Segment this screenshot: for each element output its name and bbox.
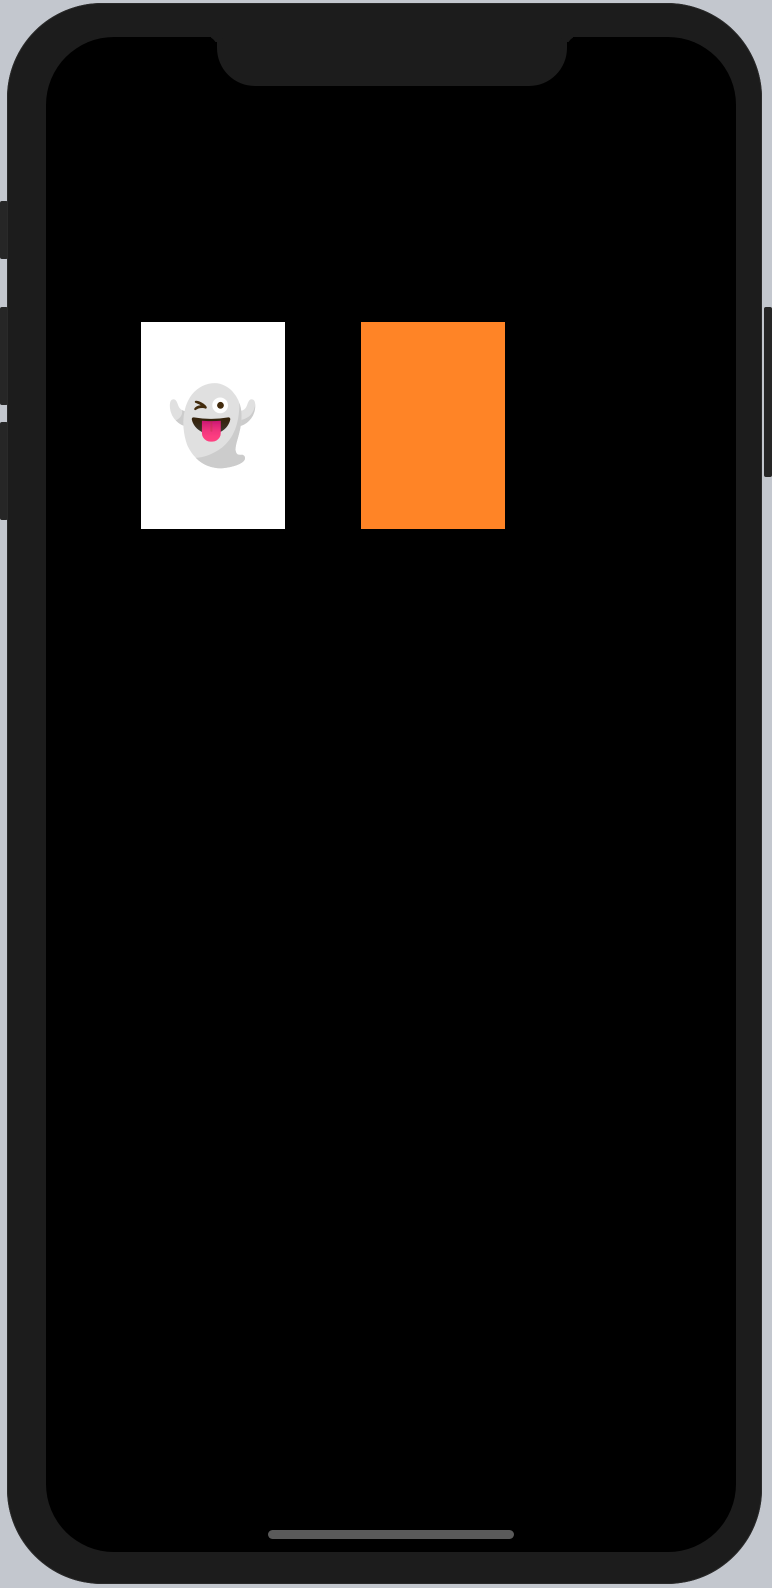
ghost-emoji: 👻 xyxy=(166,382,260,469)
phone-screen: 👻 xyxy=(46,37,736,1552)
simulator-page: 👻 xyxy=(0,0,772,1588)
power-button xyxy=(764,307,772,477)
home-indicator[interactable] xyxy=(268,1530,514,1539)
card-face-up[interactable]: 👻 xyxy=(141,322,285,529)
phone-frame: 👻 xyxy=(7,3,762,1584)
notch xyxy=(217,37,567,86)
card-face-down[interactable] xyxy=(361,322,505,529)
